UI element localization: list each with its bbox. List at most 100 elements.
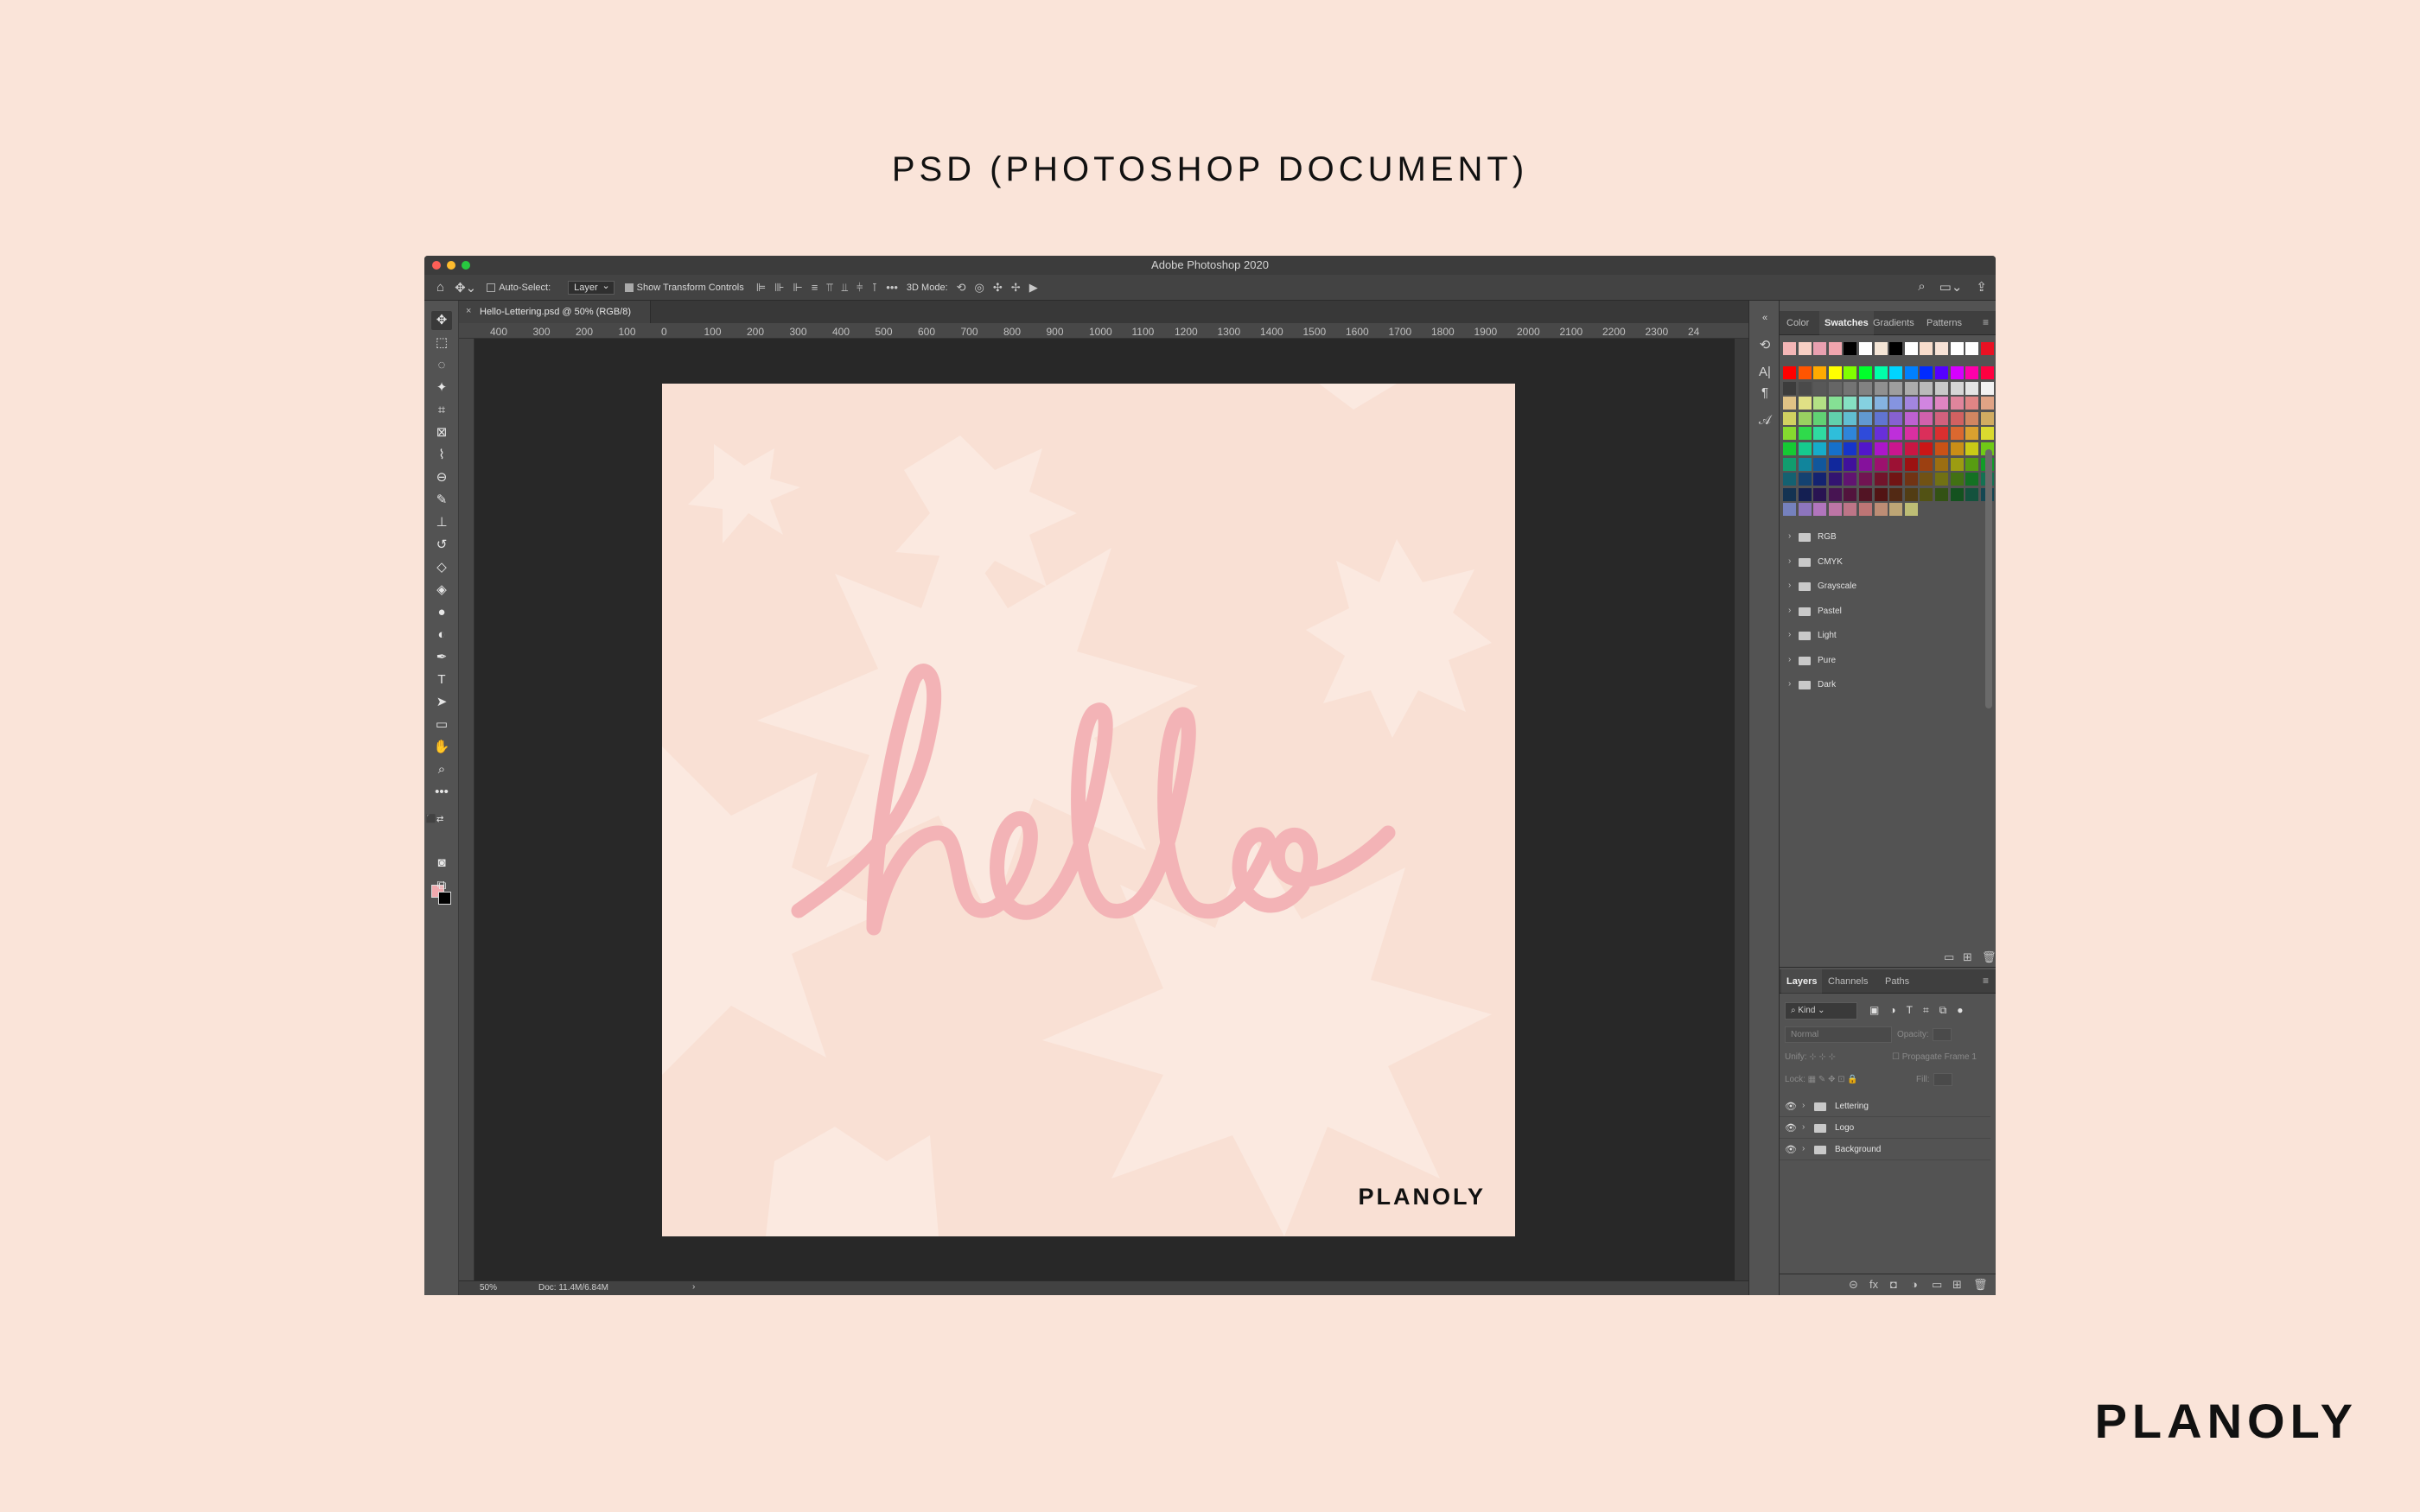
swatch[interactable]	[1813, 457, 1827, 471]
swatch[interactable]	[1859, 366, 1872, 379]
swatch[interactable]	[1798, 503, 1812, 517]
clone-stamp-tool-icon[interactable]: ⊥	[431, 513, 452, 532]
swatch[interactable]	[1965, 473, 1979, 486]
hand-tool-icon[interactable]: ✋	[431, 738, 452, 757]
swatch[interactable]	[1950, 411, 1964, 425]
recent-swatch[interactable]	[1828, 342, 1842, 355]
more-options-icon[interactable]: •••	[886, 281, 898, 294]
swatch[interactable]	[1904, 366, 1918, 379]
marquee-tool-icon[interactable]: ⬚	[431, 334, 452, 353]
swatch[interactable]	[1874, 411, 1888, 425]
align-distribute-icon[interactable]: ≡	[812, 281, 818, 294]
swatch[interactable]	[1950, 442, 1964, 455]
eyedropper-tool-icon[interactable]: ⌇	[431, 446, 452, 465]
recent-swatch[interactable]	[1980, 342, 1994, 355]
delete-swatch-icon[interactable]: 🗑	[1982, 950, 1996, 964]
recent-swatch[interactable]	[1965, 342, 1979, 355]
blend-mode-dropdown[interactable]: Normal	[1785, 1026, 1892, 1043]
frame-tool-icon[interactable]: ⊠	[431, 423, 452, 442]
swatch[interactable]	[1844, 503, 1857, 517]
swatch[interactable]	[1874, 381, 1888, 395]
delete-layer-icon[interactable]: 🗑	[1973, 1278, 1988, 1292]
chevron-right-icon[interactable]: ›	[1788, 556, 1791, 566]
swatch[interactable]	[1889, 427, 1903, 441]
swatch[interactable]	[1813, 503, 1827, 517]
swatch[interactable]	[1783, 366, 1796, 379]
tab-color[interactable]: Color	[1786, 318, 1809, 328]
recent-swatch[interactable]	[1874, 342, 1888, 355]
swatch[interactable]	[1920, 366, 1933, 379]
swatch[interactable]	[1935, 442, 1948, 455]
swatch[interactable]	[1904, 442, 1918, 455]
default-colors-icon[interactable]: ⬛⇄	[424, 810, 445, 829]
blur-tool-icon[interactable]: ●	[431, 603, 452, 622]
swatch[interactable]	[1889, 473, 1903, 486]
swatch[interactable]	[1859, 503, 1872, 517]
swatch[interactable]	[1798, 457, 1812, 471]
swatch[interactable]	[1798, 487, 1812, 501]
canvas-scrollbar[interactable]	[1735, 339, 1748, 1280]
swatch[interactable]	[1828, 503, 1842, 517]
swatch[interactable]	[1950, 397, 1964, 410]
swatch[interactable]	[1783, 457, 1796, 471]
visibility-eye-icon[interactable]: 👁	[1785, 1122, 1797, 1134]
swatch[interactable]	[1889, 411, 1903, 425]
tab-paths[interactable]: Paths	[1885, 976, 1909, 987]
healing-brush-tool-icon[interactable]: ⊖	[431, 468, 452, 487]
swatch[interactable]	[1920, 397, 1933, 410]
swatch[interactable]	[1859, 381, 1872, 395]
history-icon[interactable]: ⟲	[1756, 337, 1774, 353]
layers-menu-icon[interactable]: ≡	[1983, 975, 1989, 987]
tab-swatches[interactable]: Swatches	[1819, 311, 1874, 335]
swatch[interactable]	[1935, 381, 1948, 395]
show-transform-controls-checkbox[interactable]: Show Transform Controls	[624, 283, 744, 293]
drag-3d-icon[interactable]: ✣	[993, 281, 1003, 295]
dodge-tool-icon[interactable]: ◐	[431, 626, 452, 645]
zoom-level[interactable]: 50%	[480, 1283, 497, 1293]
adjustment-layer-icon[interactable]: ◑	[1911, 1278, 1918, 1291]
swatch[interactable]	[1859, 457, 1872, 471]
swatch[interactable]	[1980, 427, 1994, 441]
swatch[interactable]	[1844, 381, 1857, 395]
swatch[interactable]	[1828, 442, 1842, 455]
paint-bucket-tool-icon[interactable]: ◈	[431, 581, 452, 600]
new-swatch-icon[interactable]: ⊞	[1963, 950, 1972, 964]
swatch[interactable]	[1935, 427, 1948, 441]
roll-3d-icon[interactable]: ◎	[975, 281, 984, 295]
swatch[interactable]	[1859, 473, 1872, 486]
character-icon[interactable]: A|	[1756, 365, 1774, 379]
share-icon[interactable]: ⇪	[1976, 279, 1987, 295]
opacity-field[interactable]: Opacity:	[1897, 1028, 1952, 1041]
swatch[interactable]	[1813, 381, 1827, 395]
visibility-eye-icon[interactable]: 👁	[1785, 1144, 1797, 1155]
swatch[interactable]	[1935, 411, 1948, 425]
tab-gradients[interactable]: Gradients	[1873, 318, 1914, 328]
swatch[interactable]	[1844, 473, 1857, 486]
layer-style-icon[interactable]: fx	[1869, 1278, 1878, 1291]
swatch[interactable]	[1844, 366, 1857, 379]
history-brush-tool-icon[interactable]: ↺	[431, 536, 452, 555]
swatch[interactable]	[1874, 397, 1888, 410]
zoom-tool-icon[interactable]: ⌕	[431, 760, 452, 779]
recent-swatch[interactable]	[1798, 342, 1812, 355]
swatch[interactable]	[1980, 366, 1994, 379]
align-top-icon[interactable]: ⫪	[826, 281, 832, 295]
artboard[interactable]: PLANOLY	[662, 384, 1515, 1236]
swatch[interactable]	[1904, 381, 1918, 395]
orbit-3d-icon[interactable]: ⟲	[957, 281, 966, 295]
swatch[interactable]	[1783, 442, 1796, 455]
brush-tool-icon[interactable]: ✎	[431, 491, 452, 510]
edit-toolbar-icon[interactable]: •••	[431, 783, 452, 802]
swatch[interactable]	[1844, 457, 1857, 471]
chevron-right-icon[interactable]: ›	[1788, 679, 1791, 689]
swatch[interactable]	[1904, 397, 1918, 410]
swatch[interactable]	[1798, 366, 1812, 379]
swatch[interactable]	[1828, 487, 1842, 501]
propagate-frame-checkbox[interactable]: ☐ Propagate Frame 1	[1892, 1052, 1977, 1062]
swatch[interactable]	[1904, 457, 1918, 471]
swatch[interactable]	[1950, 427, 1964, 441]
recent-swatch[interactable]	[1813, 342, 1827, 355]
paragraph-icon[interactable]: ¶	[1756, 385, 1774, 400]
swatch[interactable]	[1950, 457, 1964, 471]
swatch[interactable]	[1798, 411, 1812, 425]
